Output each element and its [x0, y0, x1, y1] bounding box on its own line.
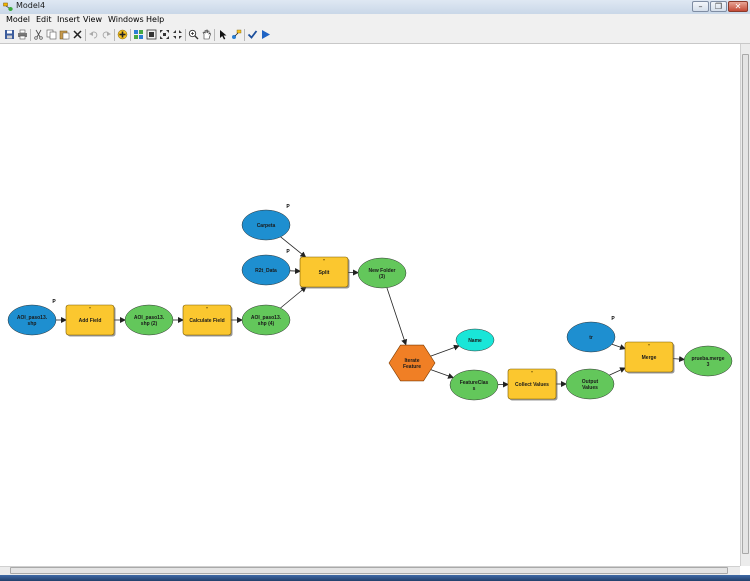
node-label: Values	[582, 385, 598, 391]
select-icon[interactable]	[218, 29, 229, 40]
connect-icon[interactable]	[231, 29, 242, 40]
connector-n10-n12[interactable]	[430, 369, 455, 379]
node-label: (3)	[379, 274, 385, 280]
node-label: Calculate Field	[189, 318, 224, 324]
menu-bar: Model Edit Insert View Windows Help	[0, 14, 750, 27]
node-label: shp (4)	[258, 321, 275, 327]
menu-help[interactable]: Help	[146, 15, 164, 24]
horizontal-scroll-thumb[interactable]	[10, 567, 728, 574]
iterator-node[interactable]: IterateFeature	[388, 344, 436, 382]
tool-node[interactable]: Collect Values	[507, 368, 558, 401]
node-label: Carpeta	[257, 223, 276, 229]
node-label: Add Field	[79, 318, 102, 324]
derived-node[interactable]: OutputValues	[565, 368, 615, 400]
delete-icon[interactable]	[72, 29, 83, 40]
toolbar	[0, 27, 750, 44]
node-label: R2t_Data	[255, 268, 277, 274]
node-label: Split	[319, 270, 330, 276]
zoom-in-icon[interactable]	[188, 29, 199, 40]
derived-node[interactable]: AOI_paso13.shp (2)	[124, 304, 174, 336]
fixed-zoom-out-icon[interactable]	[172, 29, 183, 40]
node-label: Collect Values	[515, 382, 549, 388]
minimize-icon: –	[698, 2, 703, 11]
auto-layout-icon[interactable]	[133, 29, 144, 40]
close-button[interactable]: ✕	[728, 1, 748, 12]
validate-icon[interactable]	[247, 29, 258, 40]
vertical-scroll-thumb[interactable]	[742, 54, 749, 554]
run-icon[interactable]	[260, 29, 271, 40]
derived-node[interactable]: New Folder(3)	[357, 257, 407, 289]
title-bar: Model4 – ❐ ✕	[0, 0, 750, 15]
derived-node[interactable]: FeatureClass	[449, 369, 499, 401]
derived-node[interactable]: AOI_paso13.shp (4)	[241, 304, 291, 336]
variable-node[interactable]: tr P	[566, 316, 615, 353]
print-icon[interactable]	[17, 29, 28, 40]
minimize-button[interactable]: –	[692, 1, 709, 12]
variable-node[interactable]: AOI_paso13.shpP	[7, 299, 56, 336]
save-icon[interactable]	[4, 29, 15, 40]
connector-n15-n16[interactable]	[611, 343, 626, 350]
connector-n16-n17[interactable]	[672, 356, 686, 363]
parameter-marker: P	[286, 249, 290, 255]
menu-insert[interactable]: Insert	[57, 15, 80, 24]
full-extent-icon[interactable]	[146, 29, 157, 40]
model-diagram[interactable]: AOI_paso13.shpPAdd Field AOI_paso13.shp (…	[0, 44, 740, 566]
connector-n5-n8[interactable]	[280, 286, 307, 309]
parameter-marker: P	[286, 204, 290, 210]
restore-icon: ❐	[714, 2, 723, 11]
cut-icon[interactable]	[33, 29, 44, 40]
menu-model[interactable]: Model	[6, 15, 30, 24]
node-label: shp (2)	[141, 321, 158, 327]
node-label: Merge	[642, 355, 657, 361]
horizontal-scrollbar[interactable]	[0, 566, 740, 575]
tool-node[interactable]: Split	[299, 256, 350, 289]
parameter-marker: P	[611, 316, 615, 322]
fixed-zoom-in-icon[interactable]	[159, 29, 170, 40]
node-label: shp	[28, 321, 37, 327]
taskbar	[0, 575, 750, 581]
connector-n14-n16[interactable]	[609, 367, 626, 376]
connector-n9-n10[interactable]	[386, 287, 408, 346]
maximize-button[interactable]: ❐	[710, 1, 727, 12]
redo-icon[interactable]	[101, 29, 112, 40]
vertical-scrollbar[interactable]	[740, 44, 750, 566]
connector-n6-n8[interactable]	[280, 236, 307, 258]
menu-windows[interactable]: Windows	[108, 15, 144, 24]
window-title: Model4	[16, 1, 46, 10]
parameter-marker: P	[52, 299, 56, 305]
variable-node[interactable]: R2t_Data P	[241, 249, 290, 286]
tool-node[interactable]: Add Field	[65, 304, 116, 337]
add-data-icon[interactable]	[117, 29, 128, 40]
derived-node[interactable]: prueba.merge3	[683, 345, 733, 377]
tool-node[interactable]: Calculate Field	[182, 304, 233, 337]
node-label: 3	[707, 362, 710, 368]
menu-view[interactable]: View	[83, 15, 102, 24]
variable-node[interactable]: Carpeta P	[241, 204, 290, 241]
menu-edit[interactable]: Edit	[36, 15, 52, 24]
node-label: tr	[589, 335, 593, 341]
undo-icon[interactable]	[88, 29, 99, 40]
tool-node[interactable]: Merge	[624, 341, 675, 374]
node-label: Feature	[403, 364, 421, 370]
model-canvas[interactable]: AOI_paso13. shp P Add Field AOI_paso13. shp (…	[0, 44, 740, 566]
node-label: s	[473, 386, 476, 392]
modelbuilder-icon	[3, 2, 13, 11]
close-icon: ✕	[734, 2, 742, 11]
connector-n10-n11[interactable]	[430, 344, 460, 357]
pan-icon[interactable]	[201, 29, 212, 40]
paste-icon[interactable]	[59, 29, 70, 40]
copy-icon[interactable]	[46, 29, 57, 40]
boolean-node[interactable]: Name	[455, 328, 495, 352]
node-label: Name	[468, 338, 482, 344]
